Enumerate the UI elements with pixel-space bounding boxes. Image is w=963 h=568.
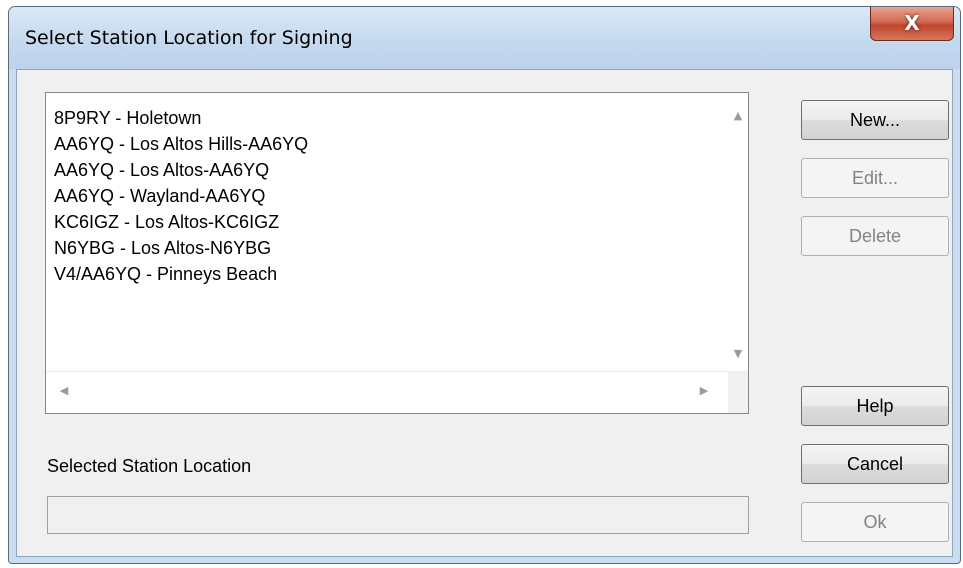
list-item[interactable]: AA6YQ - Los Altos-AA6YQ bbox=[54, 157, 728, 183]
scroll-left-icon[interactable]: ◀ bbox=[54, 382, 74, 400]
ok-button[interactable]: Ok bbox=[801, 502, 949, 542]
horizontal-scrollbar[interactable]: ◀ ▶ bbox=[46, 371, 728, 413]
vertical-scrollbar[interactable]: ▲ ▼ bbox=[728, 93, 748, 371]
scroll-corner bbox=[728, 371, 748, 413]
delete-button[interactable]: Delete bbox=[801, 216, 949, 256]
list-item[interactable]: N6YBG - Los Altos-N6YBG bbox=[54, 235, 728, 261]
edit-button[interactable]: Edit... bbox=[801, 158, 949, 198]
window-title: Select Station Location for Signing bbox=[25, 27, 353, 49]
scroll-down-icon[interactable]: ▼ bbox=[728, 345, 748, 363]
list-item[interactable]: KC6IGZ - Los Altos-KC6IGZ bbox=[54, 209, 728, 235]
station-list-items: 8P9RY - Holetown AA6YQ - Los Altos Hills… bbox=[46, 93, 728, 371]
new-button[interactable]: New... bbox=[801, 100, 949, 140]
help-button[interactable]: Help bbox=[801, 386, 949, 426]
title-bar[interactable]: Select Station Location for Signing X bbox=[9, 7, 960, 69]
list-item[interactable]: 8P9RY - Holetown bbox=[54, 105, 728, 131]
selected-station-location-field bbox=[47, 496, 749, 534]
selected-station-location-label: Selected Station Location bbox=[47, 456, 252, 476]
close-icon: X bbox=[904, 11, 920, 35]
dialog-client-area: 8P9RY - Holetown AA6YQ - Los Altos Hills… bbox=[16, 69, 953, 557]
list-item[interactable]: AA6YQ - Los Altos Hills-AA6YQ bbox=[54, 131, 728, 157]
cancel-button[interactable]: Cancel bbox=[801, 444, 949, 484]
scroll-up-icon[interactable]: ▲ bbox=[728, 107, 748, 125]
dialog-window: Select Station Location for Signing X 8P… bbox=[8, 6, 961, 564]
list-item[interactable]: V4/AA6YQ - Pinneys Beach bbox=[54, 261, 728, 287]
station-location-list[interactable]: 8P9RY - Holetown AA6YQ - Los Altos Hills… bbox=[45, 92, 749, 414]
scroll-right-icon[interactable]: ▶ bbox=[694, 382, 714, 400]
list-item[interactable]: AA6YQ - Wayland-AA6YQ bbox=[54, 183, 728, 209]
close-button[interactable]: X bbox=[870, 7, 954, 41]
